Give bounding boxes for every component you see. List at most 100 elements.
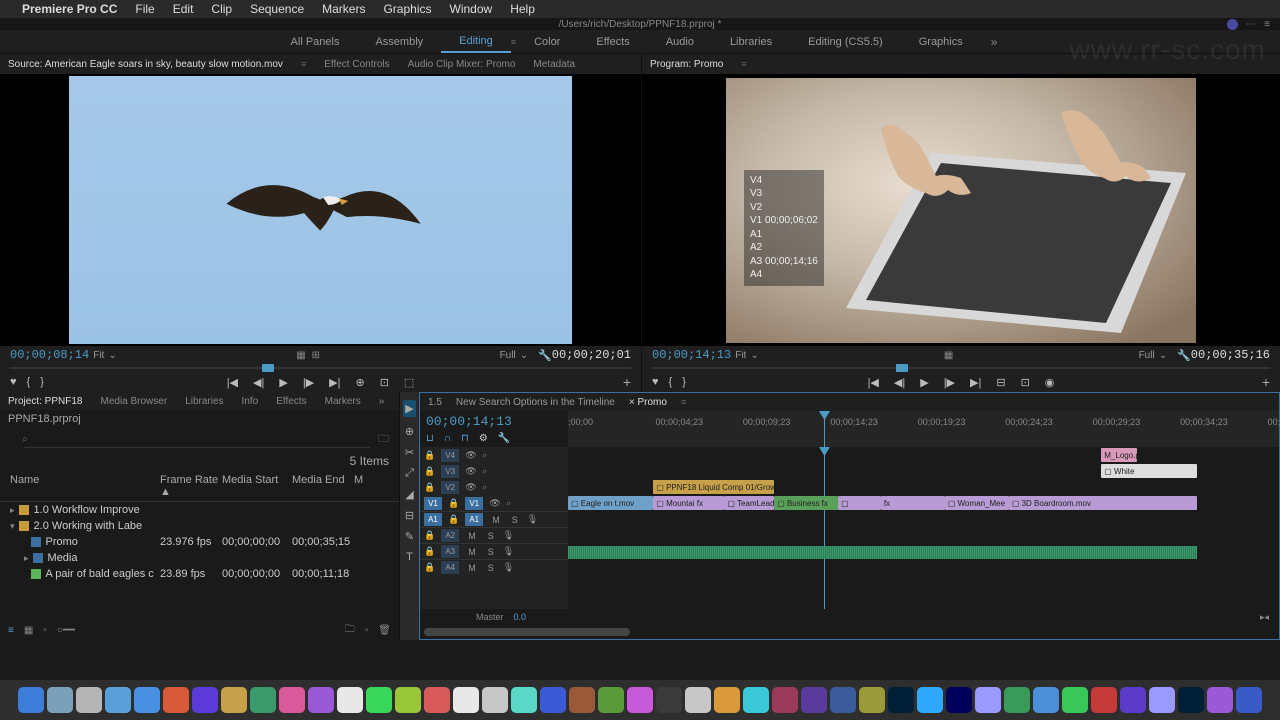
dock-app-icon[interactable] — [743, 687, 769, 713]
program-tab-menu[interactable]: ≡ — [741, 59, 746, 69]
ripple-edit-tool-icon[interactable]: ✂ — [405, 446, 414, 459]
video-track-header[interactable]: 🔒V4👁▫ — [420, 447, 568, 463]
selection-tool-icon[interactable]: ▶ — [403, 400, 415, 417]
dock-app-icon[interactable] — [540, 687, 566, 713]
dock-app-icon[interactable] — [1236, 687, 1262, 713]
source-add-button-icon[interactable]: + — [623, 374, 631, 390]
dock-app-icon[interactable] — [1062, 687, 1088, 713]
dock-app-icon[interactable] — [627, 687, 653, 713]
cc-sync-icon[interactable] — [1227, 19, 1238, 30]
workspace-editing-cs55[interactable]: Editing (CS5.5) — [790, 32, 901, 52]
dock-app-icon[interactable] — [482, 687, 508, 713]
chevron-down-icon[interactable]: ⌄ — [108, 350, 116, 361]
source-step-back-icon[interactable]: ◀| — [253, 376, 264, 389]
workspace-editing[interactable]: Editing — [441, 31, 511, 53]
chevron-down-icon[interactable]: ⌄ — [1159, 350, 1167, 361]
timeline-tab-menu[interactable]: ≡ — [681, 397, 686, 407]
source-export-icon[interactable]: ⬚ — [404, 376, 414, 389]
workspace-graphics[interactable]: Graphics — [901, 32, 981, 52]
program-extract-icon[interactable]: ⊡ — [1021, 376, 1030, 389]
dock-app-icon[interactable] — [134, 687, 160, 713]
program-lift-icon[interactable]: ⊟ — [996, 376, 1005, 389]
linked-selection-icon[interactable]: ∩ — [444, 433, 451, 444]
audio-track-header[interactable]: 🔒A3MS🎙 — [420, 543, 568, 559]
dock-app-icon[interactable] — [917, 687, 943, 713]
new-item-icon[interactable]: ▫ — [365, 625, 369, 636]
timeline-ruler[interactable]: ;00;0000;00;04;2300;00;09;2300;00;14;230… — [568, 411, 1279, 447]
workspace-assembly[interactable]: Assembly — [357, 32, 441, 52]
dock-app-icon[interactable] — [656, 687, 682, 713]
timeline-playhead[interactable] — [824, 411, 825, 447]
source-overwrite-icon[interactable]: ⊡ — [380, 376, 389, 389]
timeline-clip[interactable]: ▢ Mountai fx — [653, 496, 724, 510]
program-marker-icon[interactable]: ♥ — [652, 376, 659, 388]
source-marker-icon[interactable]: ♥ — [10, 376, 17, 388]
dock-app-icon[interactable] — [801, 687, 827, 713]
project-search-input[interactable] — [24, 432, 370, 448]
dock-app-icon[interactable] — [337, 687, 363, 713]
dock-app-icon[interactable] — [47, 687, 73, 713]
timeline-clip[interactable]: M_Logo.png — [1101, 448, 1137, 462]
program-timecode-in[interactable]: 00;00;14;13 — [652, 348, 731, 362]
workspace-overflow-icon[interactable]: » — [981, 35, 1008, 49]
dock-app-icon[interactable] — [395, 687, 421, 713]
timeline-tab-1[interactable]: 1.5 — [428, 397, 442, 408]
audio-track-header[interactable]: A1🔒A1MS🎙 — [420, 511, 568, 527]
pen-tool-icon[interactable]: ⊟ — [405, 509, 414, 522]
project-row[interactable]: ▾2.0 Working with Labe — [0, 518, 399, 534]
source-quality-select[interactable]: Full — [500, 350, 516, 361]
dock-app-icon[interactable] — [76, 687, 102, 713]
chevron-down-icon[interactable]: ⌄ — [520, 350, 528, 361]
dock-app-icon[interactable] — [569, 687, 595, 713]
effects-tab[interactable]: Effects — [276, 396, 306, 407]
dock-app-icon[interactable] — [1207, 687, 1233, 713]
source-step-fwd-icon[interactable]: |▶ — [303, 376, 314, 389]
libraries-tab[interactable]: Libraries — [185, 396, 223, 407]
dock-app-icon[interactable] — [946, 687, 972, 713]
metadata-tab[interactable]: Metadata — [533, 59, 575, 70]
source-insert-icon[interactable]: ⊕ — [355, 376, 364, 389]
source-goto-in-icon[interactable]: |◀ — [227, 376, 238, 389]
program-scrubber[interactable] — [652, 364, 1270, 372]
dock-app-icon[interactable] — [1149, 687, 1175, 713]
program-fit-select[interactable]: Fit — [735, 350, 746, 361]
timeline-clip[interactable]: ▢ TeamLeaderSh fx — [724, 496, 774, 510]
markers-menu[interactable]: Markers — [313, 2, 374, 16]
dock-app-icon[interactable] — [163, 687, 189, 713]
timeline-clip[interactable]: fx — [881, 496, 945, 510]
timeline-clip[interactable]: ▢ — [838, 496, 881, 510]
timeline-tab-promo[interactable]: × Promo — [629, 397, 667, 408]
dock-app-icon[interactable] — [366, 687, 392, 713]
timeline-wrench-icon[interactable]: 🔧 — [498, 433, 510, 444]
project-row[interactable]: ▸Media — [0, 550, 399, 566]
source-toggle-icons[interactable]: ▦⊞ — [296, 350, 320, 361]
dock-app-icon[interactable] — [221, 687, 247, 713]
dock-app-icon[interactable] — [250, 687, 276, 713]
dock-app-icon[interactable] — [424, 687, 450, 713]
timeline-clip[interactable]: ▢ Business fx — [774, 496, 838, 510]
timeline-clip[interactable]: ▢ White — [1101, 464, 1197, 478]
dock-app-icon[interactable] — [714, 687, 740, 713]
source-monitor[interactable] — [0, 74, 641, 346]
dock-app-icon[interactable] — [279, 687, 305, 713]
source-scrubber[interactable] — [10, 364, 631, 372]
type-tool-icon[interactable]: T — [406, 551, 413, 563]
timeline-clip[interactable]: ▢ 3D Boardroom.mov — [1009, 496, 1197, 510]
dock-app-icon[interactable] — [888, 687, 914, 713]
audio-track-header[interactable]: 🔒A4MS🎙 — [420, 559, 568, 575]
project-overflow-icon[interactable]: » — [379, 396, 385, 407]
timeline-clip[interactable]: ▢ Woman_Mee — [945, 496, 1009, 510]
program-export-icon[interactable]: ◉ — [1045, 376, 1055, 389]
timeline-clip[interactable]: ▢ Eagle on t.mov — [568, 496, 653, 510]
slip-tool-icon[interactable]: ◢ — [405, 488, 413, 501]
program-goto-in-icon[interactable]: |◀ — [868, 376, 879, 389]
workspace-libraries[interactable]: Libraries — [712, 32, 790, 52]
video-track-row[interactable] — [568, 447, 1279, 463]
razor-tool-icon[interactable]: ⤢ — [405, 467, 414, 480]
effect-controls-tab[interactable]: Effect Controls — [324, 59, 389, 70]
source-tab[interactable]: Source: American Eagle soars in sky, bea… — [8, 59, 283, 70]
source-playhead[interactable] — [262, 364, 274, 372]
dock-app-icon[interactable] — [1004, 687, 1030, 713]
timeline-track-area[interactable]: M_Logo.png▢ White▢ PPNF18 Liquid Comp 01… — [568, 447, 1279, 609]
audio-track-header[interactable]: 🔒A2MS🎙 — [420, 527, 568, 543]
